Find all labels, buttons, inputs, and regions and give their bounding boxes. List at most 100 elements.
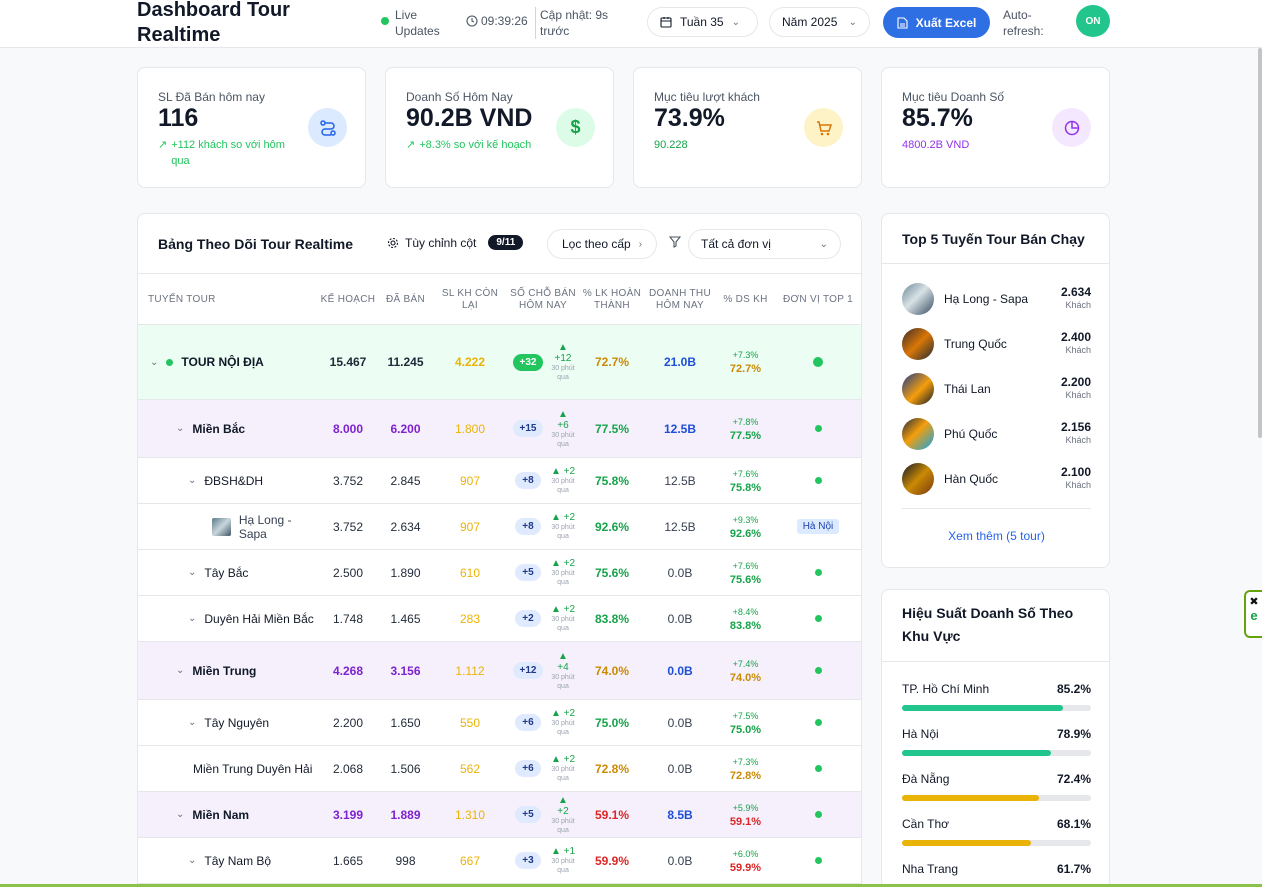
close-icon[interactable]: ✖ xyxy=(1246,595,1262,608)
export-excel-button[interactable]: Xuất Excel xyxy=(883,7,990,38)
table-row[interactable]: ⌄ ĐBSH&DH 3.752 2.845 907 +8 ▲ +2 30 phút qua 75… xyxy=(138,458,861,504)
column-header[interactable]: ĐÃ BÁN xyxy=(378,274,433,326)
week-select[interactable]: Tuần 35 ⌄ xyxy=(647,7,758,37)
table-row[interactable]: ⌄ Miền Bắc 8.000 6.200 1.800 +15 ▲ +6 30 phút qu… xyxy=(138,400,861,458)
today-sold-cell: +2 xyxy=(508,596,548,641)
plan-cell: 2.200 xyxy=(332,715,364,730)
today-sold-cell: +6 xyxy=(508,746,548,791)
sold-cell: 2.634 xyxy=(390,519,421,534)
status-dot-icon xyxy=(814,569,822,576)
increment-note: 30 phút qua xyxy=(551,365,575,381)
chevron-down-icon[interactable]: ⌄ xyxy=(188,613,196,624)
year-value: Năm 2025 xyxy=(782,15,838,29)
revenue-cell: 0.0B xyxy=(667,853,693,868)
revenue-plan-value: 75.0% xyxy=(729,723,762,736)
live-status: Live Updates xyxy=(381,7,455,39)
top-header: Dashboard Tour Realtime Live Updates 09:… xyxy=(0,0,1262,48)
increment-cell: ▲ +2 30 phút qua xyxy=(543,700,583,745)
extension-icon[interactable]: e xyxy=(1246,608,1262,623)
increment-value-row: ▲ +1 xyxy=(551,846,575,857)
scrollbar-thumb[interactable] xyxy=(1258,48,1262,438)
tour-name-cell[interactable]: Hạ Long - Sapa xyxy=(212,504,318,549)
chevron-down-icon[interactable]: ⌄ xyxy=(150,357,158,368)
customize-columns-button[interactable]: Tùy chỉnh cột 9/11 xyxy=(387,235,524,250)
revenue-plan-value: 59.1% xyxy=(729,815,762,828)
increment-indicator: ▲ +12 30 phút qua xyxy=(550,342,576,382)
column-header[interactable]: DOANH THU HÔM NAY xyxy=(645,274,715,326)
arrow-up-icon: ▲ xyxy=(558,650,568,662)
top5-title: Top 5 Tuyến Tour Bán Chạy xyxy=(902,231,1085,247)
chevron-down-icon[interactable]: ⌄ xyxy=(188,475,196,486)
table-row[interactable]: Hạ Long - Sapa 3.752 2.634 907 +8 ▲ +2 30 phút… xyxy=(138,504,861,550)
kpi-label: Doanh Số Hôm Nay xyxy=(406,90,513,104)
kpi-value: 90.2B VND xyxy=(406,104,533,132)
unit-filter-select[interactable]: Tất cả đơn vị ⌄ xyxy=(688,229,841,259)
top-tour-item[interactable]: Hạ Long - Sapa 2.634 Khách xyxy=(902,281,1091,317)
see-more-link[interactable]: Xem thêm (5 tour) xyxy=(882,529,1109,543)
tour-avatar xyxy=(902,328,934,360)
top-tour-item[interactable]: Thái Lan 2.200 Khách xyxy=(902,371,1091,407)
column-header[interactable]: TUYẾN TOUR xyxy=(148,274,268,326)
side-widget[interactable]: ✖ e xyxy=(1244,590,1262,638)
year-select[interactable]: Năm 2025 ⌄ xyxy=(769,7,870,37)
export-label: Xuất Excel xyxy=(915,15,977,30)
completion-cell: 75.0% xyxy=(594,715,630,730)
column-header[interactable]: SL KH CÒN LẠI xyxy=(435,274,505,326)
chevron-down-icon[interactable]: ⌄ xyxy=(188,717,196,728)
status-dot-icon xyxy=(814,857,822,864)
tour-name-cell[interactable]: ⌄ Tây Nam Bộ xyxy=(188,838,318,883)
increment-indicator: ▲ +2 30 phút qua xyxy=(550,558,576,587)
chevron-down-icon[interactable]: ⌄ xyxy=(188,567,196,578)
column-header[interactable]: KẾ HOẠCH xyxy=(318,274,378,326)
table-row[interactable]: ⌄ Tây Nam Bộ 1.665 998 667 +3 ▲ +1 30 phút qua 5… xyxy=(138,838,861,884)
tour-name-cell[interactable]: ⌄ Tây Bắc xyxy=(188,550,318,595)
top-tour-item[interactable]: Hàn Quốc 2.100 Khách xyxy=(902,461,1091,497)
region-value: 68.1% xyxy=(1056,817,1091,831)
top-tour-item[interactable]: Phú Quốc 2.156 Khách xyxy=(902,416,1091,452)
tour-name-cell[interactable]: ⌄ TOUR NỘI ĐỊA xyxy=(150,325,318,399)
level-filter-button[interactable]: Lọc theo cấp › xyxy=(547,229,657,259)
revenue-cell: 12.5B xyxy=(664,473,696,488)
table-row[interactable]: ⌄ Miền Nam 3.199 1.889 1.310 +5 ▲ +2 30 phút qua… xyxy=(138,792,861,838)
tour-name-cell[interactable]: ⌄ Miền Nam xyxy=(176,792,318,837)
region-progress-fill xyxy=(902,840,1031,846)
tour-name-cell[interactable]: ⌄ Tây Nguyên xyxy=(188,700,318,745)
table-row[interactable]: ⌄ TOUR NỘI ĐỊA 15.467 11.245 4.222 +32 ▲ +12 30 … xyxy=(138,325,861,400)
tour-name-cell[interactable]: ⌄ Miền Bắc xyxy=(176,400,318,457)
plan-cell: 2.500 xyxy=(332,565,364,580)
top-tour-item[interactable]: Trung Quốc 2.400 Khách xyxy=(902,326,1091,362)
auto-refresh-toggle[interactable]: ON xyxy=(1076,5,1110,37)
table-row[interactable]: ⌄ Miền Trung 4.268 3.156 1.112 +12 ▲ +4 30 phút … xyxy=(138,642,861,700)
tour-name-cell[interactable]: ⌄ Duyên Hải Miền Bắc xyxy=(188,596,318,641)
chevron-down-icon[interactable]: ⌄ xyxy=(176,665,184,676)
column-header[interactable]: % LK HOÀN THÀNH xyxy=(582,274,642,326)
tour-name-cell[interactable]: ⌄ Miền Trung xyxy=(176,642,318,699)
chevron-down-icon[interactable]: ⌄ xyxy=(188,855,196,866)
sold-cell: 1.650 xyxy=(390,715,421,730)
plan-cell: 3.752 xyxy=(332,473,364,488)
tour-avatar xyxy=(902,283,934,315)
top-tour-unit: Khách xyxy=(1065,480,1091,490)
table-row[interactable]: ⌄ Tây Nguyên 2.200 1.650 550 +6 ▲ +2 30 phút qu… xyxy=(138,700,861,746)
table-row[interactable]: Miền Trung Duyên Hải 2.068 1.506 562 +6 ▲ +2 3… xyxy=(138,746,861,792)
chevron-down-icon[interactable]: ⌄ xyxy=(176,423,184,434)
filter-label: Lọc theo cấp xyxy=(561,237,631,251)
top-unit-cell xyxy=(778,596,858,641)
increment-value: +12 xyxy=(554,353,572,364)
remaining-cell: 4.222 xyxy=(454,355,486,369)
revenue-plan-change: +7.6% xyxy=(732,468,759,479)
table-row[interactable]: ⌄ Tây Bắc 2.500 1.890 610 +5 ▲ +2 30 phút qua 75… xyxy=(138,550,861,596)
column-header[interactable]: SỐ CHỖ BÁN HÔM NAY xyxy=(508,274,578,326)
column-header[interactable]: ĐƠN VỊ TOP 1 xyxy=(778,274,858,326)
increment-value: +2 xyxy=(563,558,576,569)
kpi-sub-text: 4800.2B VND xyxy=(902,139,970,151)
arrow-up-icon: ▲ xyxy=(550,558,564,569)
remaining-cell: 1.800 xyxy=(454,421,486,436)
column-header[interactable]: % DS KH xyxy=(718,274,773,326)
table-row[interactable]: ⌄ Duyên Hải Miền Bắc 1.748 1.465 283 +2 ▲ +2 30… xyxy=(138,596,861,642)
revenue-plan-cell: +7.5% 75.0% xyxy=(718,700,773,745)
tour-name-cell[interactable]: ⌄ ĐBSH&DH xyxy=(188,458,318,503)
filter-icon xyxy=(669,236,681,248)
tour-name-cell[interactable]: Miền Trung Duyên Hải xyxy=(193,746,318,791)
chevron-down-icon[interactable]: ⌄ xyxy=(176,809,184,820)
